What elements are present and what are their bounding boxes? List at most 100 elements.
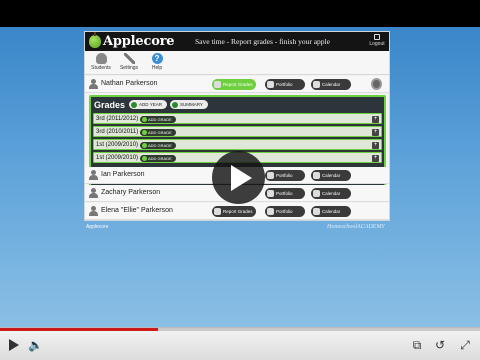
- add-icon: [131, 101, 138, 108]
- portfolio-button[interactable]: Portfolio: [265, 188, 305, 199]
- video-controls: 🔈 ⧉ ↺ ⤢: [0, 327, 480, 360]
- grades-header: Grades ADD YEAR SUMMARY: [94, 99, 211, 110]
- calendar-button[interactable]: Calendar: [311, 170, 351, 181]
- button-label: ADD GRADE: [148, 116, 172, 122]
- calendar-icon: [313, 172, 320, 179]
- button-label: Report Grades: [223, 209, 253, 214]
- settings-icon: [123, 53, 135, 64]
- letterbox-top: [0, 0, 480, 27]
- toolbar-label: Students: [91, 65, 111, 71]
- summary-button[interactable]: SUMMARY: [169, 100, 208, 109]
- button-label: Report Grades: [223, 82, 253, 87]
- grade-label: 1st (2009/2010): [96, 141, 139, 148]
- portfolio-icon: [267, 172, 274, 179]
- grade-row[interactable]: 1st (2009/2010) ADD GRADE +: [93, 139, 382, 150]
- expand-icon[interactable]: +: [372, 154, 379, 162]
- lock-icon: [374, 34, 380, 40]
- students-icon: [95, 53, 107, 64]
- report-grades-button[interactable]: Report Grades: [212, 79, 256, 90]
- volume-icon[interactable]: 🔈: [28, 338, 43, 352]
- add-grade-button[interactable]: ADD GRADE: [140, 154, 176, 162]
- toolbar-help[interactable]: ? Help: [143, 53, 171, 71]
- person-icon: [89, 206, 98, 216]
- button-label: ADD GRADE: [148, 142, 172, 148]
- report-icon: [214, 81, 221, 88]
- app-header: Applecore Save time - Report grades - fi…: [85, 32, 389, 51]
- play-overlay-button[interactable]: [212, 151, 265, 204]
- person-icon: [89, 170, 98, 180]
- logo-text: Applecore: [103, 34, 175, 49]
- footer-brand: HomeschoolACADEMY: [327, 224, 385, 230]
- button-label: Portfolio: [276, 82, 293, 87]
- fullscreen-icon[interactable]: ⤢: [458, 338, 472, 352]
- calendar-icon: [313, 81, 320, 88]
- button-label: Calendar: [322, 191, 341, 196]
- student-name: Zachary Parkerson: [101, 189, 161, 196]
- toolbar: Students Settings ? Help: [85, 51, 389, 75]
- person-icon: [89, 188, 98, 198]
- logo[interactable]: Applecore: [89, 32, 175, 49]
- summary-icon: [171, 101, 178, 108]
- calendar-icon: [313, 208, 320, 215]
- calendar-icon: [313, 190, 320, 197]
- portfolio-icon: [267, 190, 274, 197]
- portfolio-button[interactable]: Portfolio: [265, 79, 305, 90]
- add-year-button[interactable]: ADD YEAR: [129, 100, 167, 109]
- add-icon: [141, 155, 147, 161]
- portfolio-icon: [267, 81, 274, 88]
- calendar-button[interactable]: Calendar: [311, 79, 351, 90]
- student-name: Ian Parkerson: [101, 171, 145, 178]
- button-label: ADD YEAR: [139, 102, 162, 107]
- tagline: Save time - Report grades - finish your …: [195, 37, 330, 46]
- logout-button[interactable]: Logout: [368, 34, 386, 47]
- toolbar-settings[interactable]: Settings: [115, 53, 143, 71]
- grade-label: 3rd (2010/2011): [96, 128, 139, 135]
- student-name: Nathan Parkerson: [101, 80, 158, 87]
- calendar-button[interactable]: Calendar: [311, 188, 351, 199]
- button-label: Calendar: [322, 173, 341, 178]
- grade-row[interactable]: 3rd (2010/2011) ADD GRADE +: [93, 126, 382, 137]
- grade-row[interactable]: 3rd (2011/2012) ADD GRADE +: [93, 113, 382, 124]
- portfolio-icon: [267, 208, 274, 215]
- gear-icon[interactable]: [371, 78, 382, 90]
- share-icon[interactable]: ↺: [433, 338, 447, 352]
- button-label: Portfolio: [276, 173, 293, 178]
- add-grade-button[interactable]: ADD GRADE: [140, 115, 176, 123]
- grade-label: 3rd (2011/2012): [96, 115, 139, 122]
- progress-fill: [0, 328, 159, 331]
- toolbar-label: Help: [151, 65, 163, 71]
- expand-icon[interactable]: +: [372, 128, 379, 136]
- portfolio-button[interactable]: Portfolio: [265, 206, 305, 217]
- button-label: Calendar: [322, 209, 341, 214]
- expand-icon[interactable]: +: [372, 115, 379, 123]
- student-name: Elena "Ellie" Parkerson: [101, 207, 173, 214]
- student-row[interactable]: Elena "Ellie" Parkerson Report Grades Po…: [85, 203, 389, 220]
- play-icon[interactable]: [6, 338, 20, 352]
- button-label: Calendar: [322, 82, 341, 87]
- grades-title: Grades: [94, 99, 126, 110]
- calendar-button[interactable]: Calendar: [311, 206, 351, 217]
- report-grades-button[interactable]: Report Grades: [212, 206, 256, 217]
- footer-logo: Applecore: [86, 224, 109, 230]
- portfolio-button[interactable]: Portfolio: [265, 170, 305, 181]
- popout-icon[interactable]: ⧉: [410, 338, 424, 352]
- add-grade-button[interactable]: ADD GRADE: [140, 128, 176, 136]
- student-row[interactable]: Nathan Parkerson Report Grades Portfolio…: [85, 76, 389, 93]
- help-icon: ?: [151, 53, 163, 64]
- person-icon: [89, 79, 98, 89]
- toolbar-label: Settings: [119, 65, 139, 71]
- add-grade-button[interactable]: ADD GRADE: [140, 141, 176, 149]
- progress-bar[interactable]: [0, 328, 480, 331]
- grade-label: 1st (2009/2010): [96, 154, 139, 161]
- toolbar-students[interactable]: Students: [87, 53, 115, 71]
- expand-icon[interactable]: +: [372, 141, 379, 149]
- add-icon: [141, 129, 147, 135]
- button-label: ADD GRADE: [148, 155, 172, 161]
- report-icon: [214, 208, 221, 215]
- button-label: ADD GRADE: [148, 129, 172, 135]
- button-label: Portfolio: [276, 191, 293, 196]
- add-icon: [141, 142, 147, 148]
- add-icon: [141, 116, 147, 122]
- apple-logo-icon: [89, 32, 101, 48]
- button-label: Portfolio: [276, 209, 293, 214]
